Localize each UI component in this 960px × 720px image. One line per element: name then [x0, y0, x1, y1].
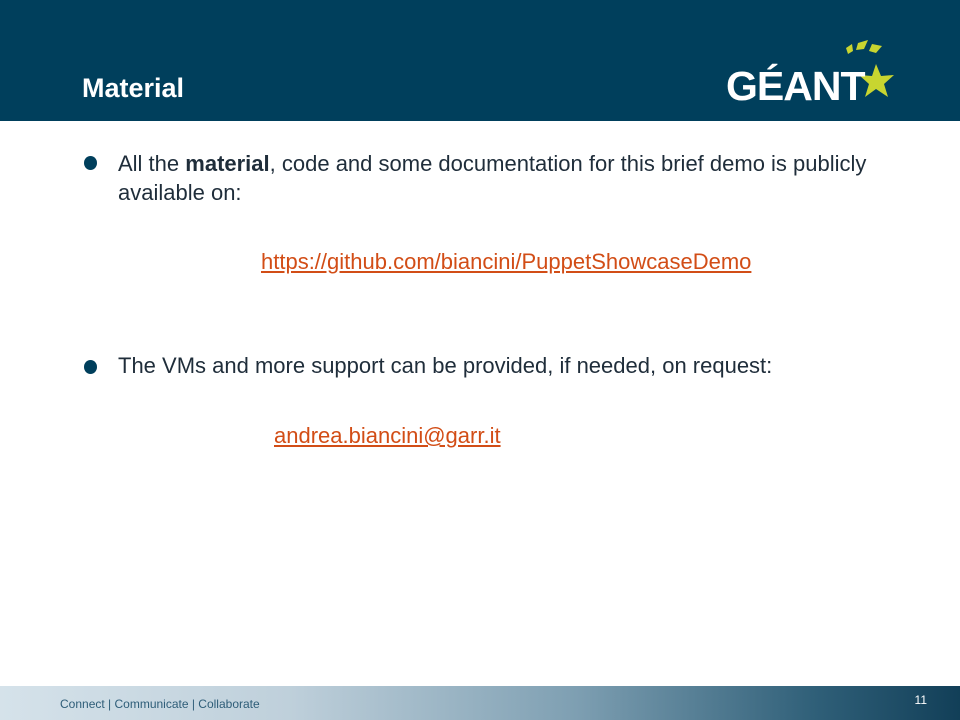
logo-wordmark: GÉANT	[726, 63, 865, 109]
header-bar: Material GÉANT	[0, 0, 960, 121]
slide-title: Material	[82, 73, 185, 103]
email-link[interactable]: andrea.biancini@garr.it	[274, 422, 501, 450]
bullet-text-2: The VMs and more support can be provided…	[118, 353, 773, 378]
slide: Material GÉANT All the material, code an…	[0, 0, 960, 720]
github-link[interactable]: https://github.com/biancini/PuppetShowca…	[261, 248, 751, 276]
footer-bar: Connect | Communicate | Collaborate 11	[0, 686, 960, 720]
bullet-text-1: All the material, code and some document…	[118, 149, 878, 207]
page-number: 11	[914, 693, 927, 707]
bullet-dot-2	[84, 360, 97, 374]
bullet-dot-1	[84, 156, 97, 170]
bullet-text-1-before-bold: All the	[118, 151, 186, 176]
bullet-text-1-bold: material	[185, 151, 270, 176]
geant-logo: GÉANT	[722, 36, 902, 112]
footer-tagline: Connect | Communicate | Collaborate	[60, 697, 260, 711]
